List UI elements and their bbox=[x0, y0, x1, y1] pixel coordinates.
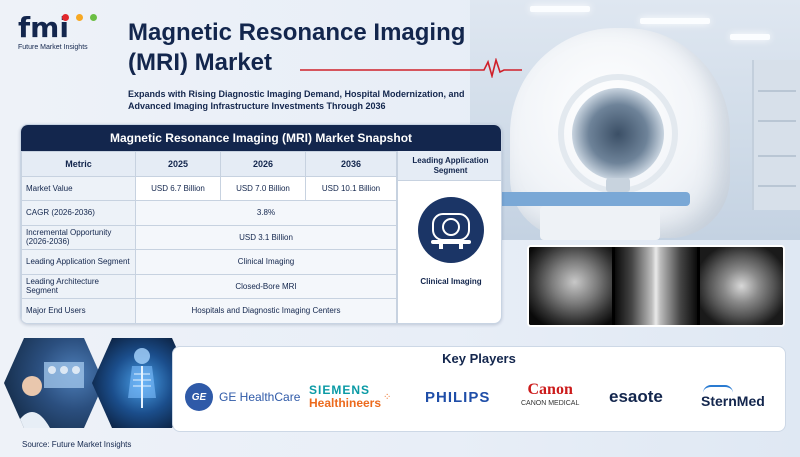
leading-segment-panel: Leading Application Segment Clinical Ima… bbox=[397, 151, 501, 323]
canon-medical-name: CANON MEDICAL bbox=[521, 400, 580, 407]
table-row: Leading Architecture Segment Closed-Bore… bbox=[21, 273, 397, 299]
esaote-name: esaote bbox=[609, 387, 663, 406]
source-note: Source: Future Market Insights bbox=[22, 440, 132, 449]
storage-cabinet bbox=[752, 60, 800, 210]
philips-name: PHILIPS bbox=[425, 388, 491, 406]
page-subtitle: Expands with Rising Diagnostic Imaging D… bbox=[128, 89, 465, 111]
column-header: Metric bbox=[21, 151, 136, 177]
row-label: Market Value bbox=[21, 175, 136, 201]
row-label: Leading Application Segment bbox=[21, 249, 136, 275]
table-cell: Closed-Bore MRI bbox=[135, 273, 397, 299]
row-label: CAGR (2026-2036) bbox=[21, 200, 136, 226]
table-row: Market Value USD 6.7 Billion USD 7.0 Bil… bbox=[21, 175, 398, 201]
row-label: Leading Architecture Segment bbox=[21, 273, 136, 299]
canon-medical-logo: Canon CANON MEDICAL bbox=[521, 377, 579, 417]
table-cell: USD 6.7 Billion bbox=[135, 175, 221, 201]
brain-scan-image bbox=[529, 247, 612, 325]
siemens-healthineers-logo: SIEMENS Healthineers ⁘ bbox=[309, 377, 391, 417]
table-cell: USD 7.0 Billion bbox=[219, 175, 306, 201]
snapshot-card: Magnetic Resonance Imaging (MRI) Market … bbox=[20, 124, 502, 324]
ge-monogram: GE bbox=[185, 383, 213, 411]
ge-healthcare-name: GE HealthCare bbox=[219, 390, 301, 404]
mri-scan-images bbox=[527, 245, 785, 327]
knee-scan-image bbox=[614, 247, 698, 325]
sternmed-arc-icon bbox=[703, 385, 733, 393]
healthineers-name: Healthineers bbox=[309, 396, 382, 410]
ceiling-light bbox=[640, 18, 710, 24]
segment-label: Clinical Imaging bbox=[420, 277, 482, 286]
ceiling-light bbox=[730, 34, 770, 40]
mri-scanner-icon bbox=[418, 197, 484, 263]
scanner-bore bbox=[572, 88, 664, 180]
table-row: Major End Users Hospitals and Diagnostic… bbox=[21, 298, 397, 323]
snapshot-title: Magnetic Resonance Imaging (MRI) Market … bbox=[21, 125, 501, 151]
esaote-logo: esaote bbox=[609, 377, 663, 417]
abdomen-scan-image bbox=[700, 247, 783, 325]
table-cell: Clinical Imaging bbox=[135, 249, 397, 275]
sternmed-name: SternMed bbox=[701, 393, 765, 409]
column-header: 2026 bbox=[219, 151, 306, 177]
philips-logo: PHILIPS bbox=[425, 377, 490, 417]
sternmed-logo: SternMed bbox=[701, 377, 765, 417]
row-label: Incremental Opportunity (2026-2036) bbox=[21, 224, 136, 250]
table-row: Incremental Opportunity (2026-2036) USD … bbox=[21, 224, 397, 250]
table-header-row: Metric 2025 2026 2036 bbox=[21, 151, 398, 177]
key-players-panel: Key Players GE GE HealthCare SIEMENS Hea… bbox=[172, 346, 786, 432]
fmi-logo: fmi Future Market Insights bbox=[18, 14, 118, 51]
patient-table bbox=[490, 192, 690, 206]
row-label: Major End Users bbox=[21, 298, 136, 323]
logo-dots bbox=[62, 14, 102, 24]
heartbeat-line-icon bbox=[300, 58, 522, 78]
ceiling-light bbox=[530, 6, 590, 12]
patient-table-base bbox=[540, 206, 660, 240]
table-row: Leading Application Segment Clinical Ima… bbox=[21, 249, 397, 275]
column-header: 2025 bbox=[135, 151, 221, 177]
table-cell: 3.8% bbox=[135, 200, 397, 226]
table-cell: USD 10.1 Billion bbox=[304, 175, 398, 201]
ge-healthcare-logo: GE GE HealthCare bbox=[185, 377, 300, 417]
column-header: 2036 bbox=[304, 151, 398, 177]
table-cell: Hospitals and Diagnostic Imaging Centers bbox=[135, 298, 397, 323]
key-players-title: Key Players bbox=[442, 351, 516, 366]
doctor-viewing-scans-image bbox=[4, 338, 104, 428]
siemens-dots-icon: ⁘ bbox=[383, 391, 392, 403]
canon-name: Canon bbox=[527, 381, 573, 398]
segment-heading: Leading Application Segment bbox=[398, 151, 501, 181]
snapshot-table: Metric 2025 2026 2036 Market Value USD 6… bbox=[21, 151, 398, 323]
logo-tagline: Future Market Insights bbox=[18, 44, 88, 51]
table-cell: USD 3.1 Billion bbox=[135, 224, 397, 250]
table-row: CAGR (2026-2036) 3.8% bbox=[21, 200, 397, 226]
mri-room-image bbox=[470, 0, 800, 240]
